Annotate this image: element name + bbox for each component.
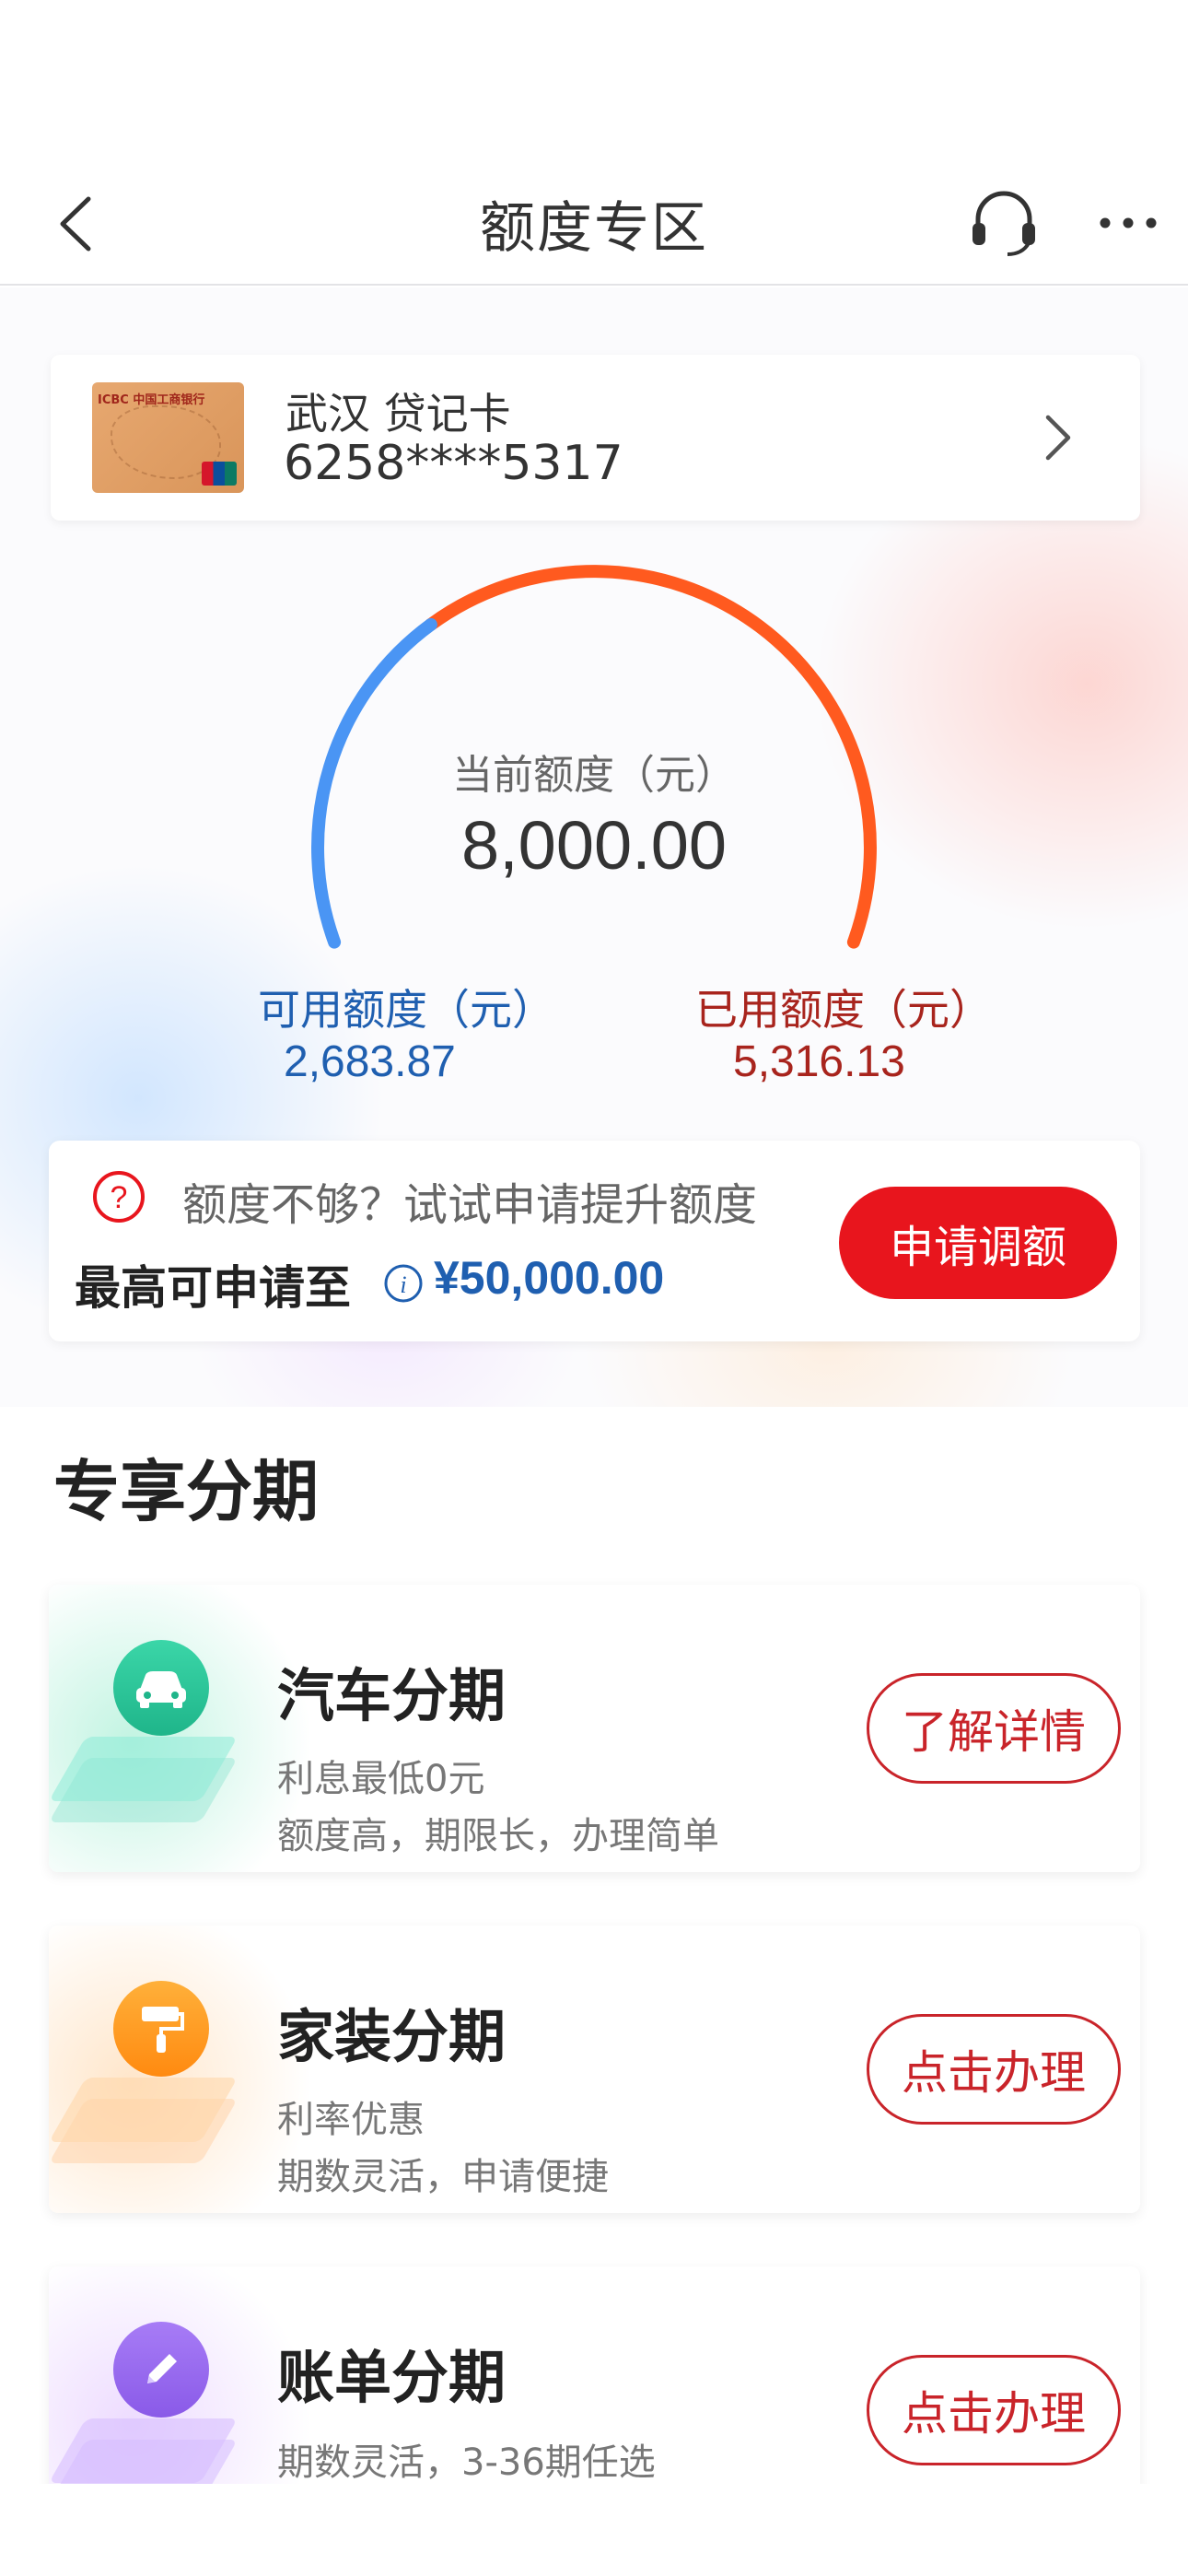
current-limit-value: 8,000.00 (460, 807, 728, 884)
installment-desc-1: 期数灵活，3-36期任选 (277, 2441, 656, 2484)
card-bank-logo: ICBC 中国工商银行 (98, 393, 205, 407)
navigation-bar: 额度专区 (0, 161, 1188, 286)
pencil-icon (113, 2322, 209, 2418)
max-apply-value: ¥50,000.00 (434, 1252, 665, 1304)
available-limit-label: 可用额度（元） (258, 985, 554, 1035)
card-number: 6258****5317 (284, 436, 623, 491)
max-apply-label: 最高可申请至 (75, 1261, 351, 1315)
installment-title: 汽车分期 (277, 1662, 507, 1729)
svg-text:?: ? (111, 1180, 128, 1215)
card-chevron (1030, 410, 1085, 465)
current-limit-label: 当前额度（元） (452, 752, 736, 799)
customer-service-button[interactable] (962, 181, 1045, 264)
question-icon: ? (90, 1168, 147, 1225)
more-dots-icon (1100, 217, 1157, 228)
unionpay-logo (202, 462, 237, 486)
card-name: 武汉 贷记卡 (285, 389, 511, 439)
apply-now-button[interactable]: 点击办理 (867, 2014, 1121, 2125)
installment-desc-2: 额度高，期限长，办理简单 (277, 1815, 719, 1857)
installment-card-home[interactable]: 家装分期 利率优惠 期数灵活，申请便捷 点击办理 (49, 1926, 1140, 2213)
bottom-safe-area (0, 2484, 1188, 2576)
available-limit-value: 2,683.87 (284, 1037, 456, 1086)
raise-limit-tip: 额度不够？试试申请提升额度 (182, 1179, 758, 1231)
installment-title: 家装分期 (277, 2003, 507, 2070)
info-icon[interactable]: i (382, 1262, 425, 1305)
apply-adjust-limit-button[interactable]: 申请调额 (839, 1187, 1117, 1299)
card-selector[interactable]: ICBC 中国工商银行 武汉 贷记卡 6258****5317 (51, 355, 1140, 521)
installment-desc-1: 利息最低0元 (277, 1758, 485, 1800)
used-limit-value: 5,316.13 (733, 1037, 905, 1086)
chevron-right-icon (1045, 415, 1071, 461)
car-icon (113, 1640, 209, 1736)
used-limit-label: 已用额度（元） (695, 985, 992, 1035)
apply-now-button[interactable]: 点击办理 (867, 2355, 1121, 2465)
installment-desc-1: 利率优惠 (277, 2099, 425, 2141)
learn-more-button[interactable]: 了解详情 (867, 1673, 1121, 1784)
installment-card-car[interactable]: 汽车分期 利息最低0元 额度高，期限长，办理简单 了解详情 (49, 1585, 1140, 1872)
svg-text:i: i (400, 1271, 406, 1298)
installment-title: 账单分期 (277, 2344, 507, 2411)
headset-icon (973, 191, 1035, 256)
installments-section-title: 专享分期 (53, 1453, 320, 1530)
raise-limit-panel: ? 额度不够？试试申请提升额度 最高可申请至 i ¥50,000.00 申请调额 (49, 1141, 1140, 1341)
card-thumbnail: ICBC 中国工商银行 (92, 382, 244, 493)
installment-desc-2: 期数灵活，申请便捷 (277, 2156, 609, 2198)
paint-roller-icon (113, 1981, 209, 2077)
status-bar-area (0, 0, 1188, 161)
more-button[interactable] (1087, 181, 1170, 264)
